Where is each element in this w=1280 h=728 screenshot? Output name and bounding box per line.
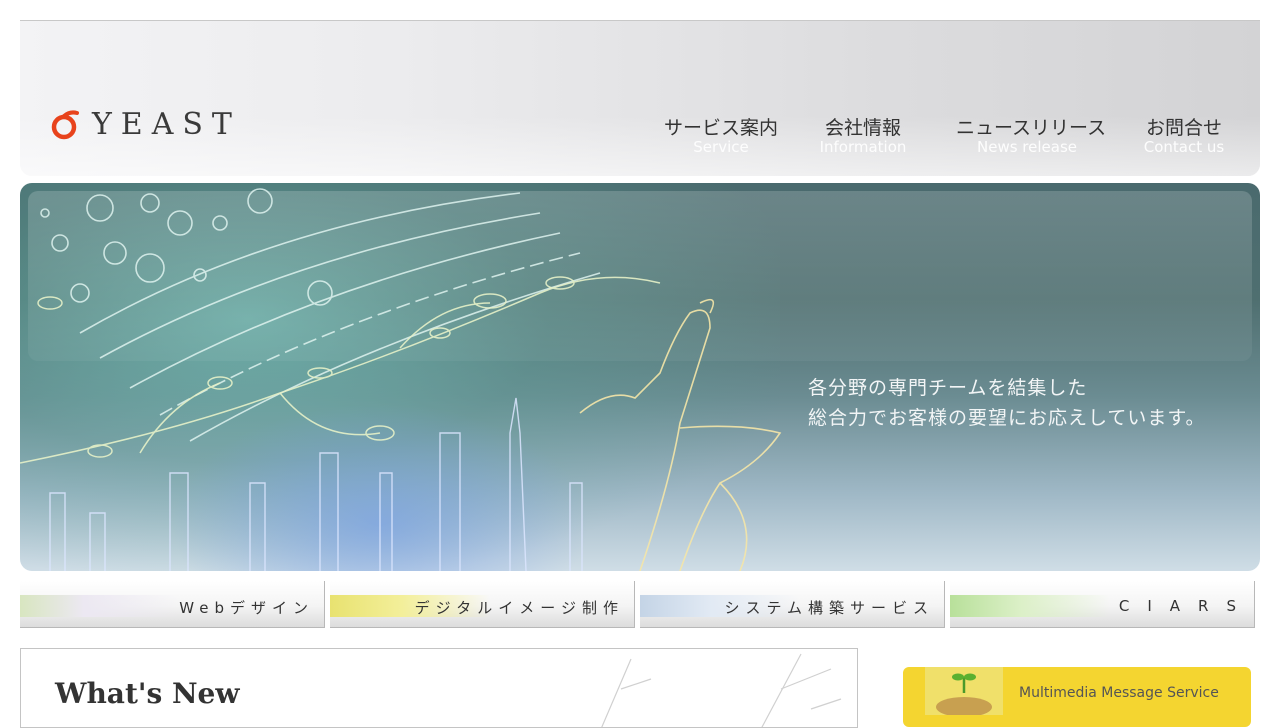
nav-information-sublabel: Information [819, 138, 907, 156]
service-tab-system-build[interactable]: システム構築サービス [640, 581, 945, 628]
service-tab-label: デジタルイメージ制作 [414, 599, 624, 617]
service-tab-web-design[interactable]: Webデザイン [20, 581, 325, 628]
hero-tagline: 各分野の専門チームを結集した 総合力でお客様の要望にお応えしています。 [808, 373, 1206, 433]
nav-contact-label: お問合せ [1145, 117, 1222, 139]
service-tab-label: システム構築サービス [724, 599, 934, 617]
nav-news-release[interactable]: ニュースリリース News release [956, 113, 1107, 156]
hero-banner: 各分野の専門チームを結集した 総合力でお客様の要望にお応えしています。 [20, 183, 1260, 571]
logo-text: YEAST [92, 107, 241, 142]
sprout-icon [925, 667, 1003, 717]
hero-tagline-line1: 各分野の専門チームを結集した [808, 377, 1088, 399]
service-tab-label: CIARS [1118, 597, 1254, 615]
nav-news-release-label: ニュースリリース [956, 117, 1107, 139]
web-design-thumbnail [20, 595, 180, 617]
nav-contact-sublabel: Contact us [1143, 138, 1225, 156]
whats-new-title: What's New [55, 677, 240, 710]
service-tab-digital-image[interactable]: デジタルイメージ制作 [330, 581, 635, 628]
nav-service[interactable]: サービス案内 Service [656, 113, 786, 156]
mms-banner-text: Multimedia Message Service [1019, 685, 1219, 701]
service-tab-ciars[interactable]: CIARS [950, 581, 1255, 628]
site-logo[interactable]: YEAST [50, 107, 241, 142]
service-tab-label: Webデザイン [179, 599, 314, 617]
mms-banner[interactable]: Multimedia Message Service [903, 667, 1251, 727]
nav-contact[interactable]: お問合せ Contact us [1132, 113, 1236, 156]
nav-information[interactable]: 会社情報 Information [808, 113, 918, 156]
nav-service-label: サービス案内 [663, 117, 778, 139]
hero-tagline-line2: 総合力でお客様の要望にお応えしています。 [808, 407, 1206, 429]
nav-news-release-sublabel: News release [977, 138, 1077, 156]
ciars-thumbnail [950, 595, 1110, 617]
logo-icon [51, 109, 79, 139]
service-tabs: Webデザイン デジタルイメージ制作 システム構築サービス CIARS [20, 581, 1260, 629]
whats-new-box: What's New [20, 648, 858, 728]
branch-decoration [601, 653, 842, 727]
site-header: YEAST サービス案内 Service 会社情報 Information ニュ… [20, 20, 1260, 176]
nav-information-label: 会社情報 [824, 117, 901, 139]
nav-service-sublabel: Service [693, 138, 749, 156]
